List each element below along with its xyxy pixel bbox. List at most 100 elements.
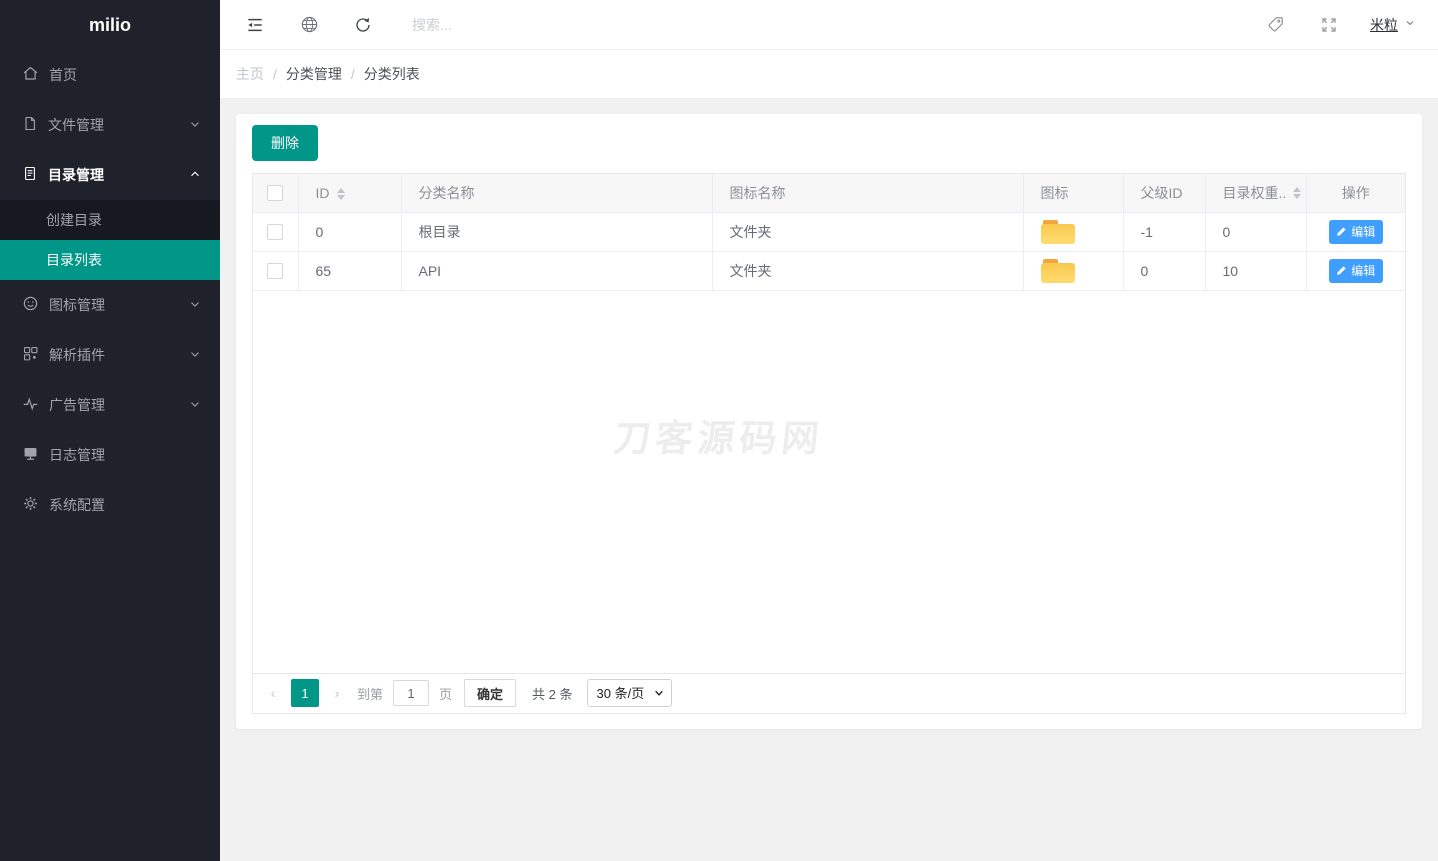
table-row: 65 API 文件夹 0 10 编辑 <box>253 251 1405 290</box>
page-unit-label: 页 <box>439 684 452 703</box>
breadcrumb-separator: / <box>351 66 355 82</box>
table-header-row: ID 分类名称 图标名称 图标 父级ID 目录权重.. 操作 <box>253 174 1405 212</box>
delete-button[interactable]: 删除 <box>252 125 318 161</box>
pagination: ‹ 1 › 到第 页 确定 共 2 条 30 条/页 <box>253 673 1405 713</box>
column-header-action: 操作 <box>1306 174 1405 212</box>
chevron-down-icon <box>188 347 202 364</box>
chevron-up-icon <box>188 167 202 184</box>
directory-submenu: 创建目录 目录列表 <box>0 200 220 280</box>
column-header-parent-id: 父级ID <box>1123 174 1205 212</box>
sidebar-item-label: 日志管理 <box>49 445 202 465</box>
folder-icon <box>1041 220 1075 244</box>
home-icon <box>22 65 39 85</box>
column-header-name: 分类名称 <box>401 174 712 212</box>
search-input[interactable] <box>412 17 652 33</box>
prev-page-icon[interactable]: ‹ <box>265 685 281 701</box>
cell-icon <box>1023 251 1123 290</box>
breadcrumb: 主页 / 分类管理 / 分类列表 <box>220 50 1438 99</box>
table-row: 0 根目录 文件夹 -1 0 编辑 <box>253 212 1405 251</box>
column-header-icon-name: 图标名称 <box>712 174 1023 212</box>
cell-id: 0 <box>298 212 401 251</box>
page-size-select-wrap: 30 条/页 <box>587 679 672 707</box>
cell-name: API <box>401 251 712 290</box>
chevron-down-icon <box>188 117 202 134</box>
chevron-down-icon <box>1404 16 1416 34</box>
username: 米粒 <box>1370 15 1398 35</box>
goto-label: 到第 <box>357 684 383 703</box>
sidebar-subitem-directory-list[interactable]: 目录列表 <box>0 240 220 280</box>
sort-icon[interactable] <box>337 188 345 200</box>
tag-icon[interactable] <box>1264 14 1286 36</box>
sidebar-item-label: 解析插件 <box>49 345 188 365</box>
fullscreen-icon[interactable] <box>1318 14 1340 36</box>
sidebar-item-system-config[interactable]: 系统配置 <box>0 480 220 530</box>
gear-icon <box>22 495 39 515</box>
folder-icon <box>1041 259 1075 283</box>
sidebar-item-label: 目录管理 <box>48 165 188 185</box>
breadcrumb-home[interactable]: 主页 <box>236 64 264 84</box>
topbar: 米粒 <box>220 0 1438 50</box>
smiley-icon <box>22 295 39 315</box>
total-count-label: 共 2 条 <box>532 684 572 703</box>
table-empty-space <box>253 291 1405 673</box>
select-all-checkbox[interactable] <box>267 185 283 201</box>
sidebar-item-file-management[interactable]: 文件管理 <box>0 100 220 150</box>
confirm-button[interactable]: 确定 <box>464 679 516 707</box>
breadcrumb-category-management[interactable]: 分类管理 <box>286 64 342 84</box>
component-icon <box>22 345 39 365</box>
pulse-icon <box>22 395 39 415</box>
sidebar-item-label: 首页 <box>49 65 202 85</box>
sort-icon[interactable] <box>1293 187 1301 199</box>
next-page-icon[interactable]: › <box>329 685 345 701</box>
monitor-icon <box>22 445 39 465</box>
main-area: 米粒 主页 / 分类管理 / 分类列表 删除 <box>220 0 1438 744</box>
sidebar-item-home[interactable]: 首页 <box>0 50 220 100</box>
sidebar: milio 首页 文件管理 目录管理 创建目录 目录列表 图标管理 解析插件 广… <box>0 0 220 861</box>
sidebar-subitem-create-directory[interactable]: 创建目录 <box>0 200 220 240</box>
cell-id: 65 <box>298 251 401 290</box>
row-checkbox[interactable] <box>267 263 283 279</box>
column-header-id[interactable]: ID <box>298 174 401 212</box>
cell-icon-name: 文件夹 <box>712 251 1023 290</box>
category-list-card: 删除 ID 分类名称 图标名称 <box>236 114 1422 729</box>
sidebar-item-label: 广告管理 <box>49 395 188 415</box>
sidebar-item-ad-management[interactable]: 广告管理 <box>0 380 220 430</box>
breadcrumb-separator: / <box>273 66 277 82</box>
refresh-icon[interactable] <box>352 14 374 36</box>
edit-button[interactable]: 编辑 <box>1329 220 1383 244</box>
content-area: 删除 ID 分类名称 图标名称 <box>220 99 1438 744</box>
pencil-icon <box>1336 226 1347 237</box>
sidebar-item-label: 系统配置 <box>49 495 202 515</box>
cell-weight: 10 <box>1205 251 1306 290</box>
cell-parent-id: 0 <box>1123 251 1205 290</box>
sidebar-item-label: 图标管理 <box>49 295 188 315</box>
page-number-button[interactable]: 1 <box>291 679 319 707</box>
brand-logo: milio <box>0 0 220 50</box>
breadcrumb-category-list: 分类列表 <box>364 64 420 84</box>
column-header-weight[interactable]: 目录权重.. <box>1205 174 1306 212</box>
user-menu[interactable]: 米粒 <box>1370 15 1416 35</box>
document-icon <box>22 165 38 185</box>
edit-button[interactable]: 编辑 <box>1329 259 1383 283</box>
cell-icon <box>1023 212 1123 251</box>
row-checkbox[interactable] <box>267 224 283 240</box>
cell-name: 根目录 <box>401 212 712 251</box>
column-header-icon: 图标 <box>1023 174 1123 212</box>
cell-icon-name: 文件夹 <box>712 212 1023 251</box>
sidebar-item-directory-management[interactable]: 目录管理 <box>0 150 220 200</box>
sidebar-item-label: 文件管理 <box>48 115 188 135</box>
page-size-select[interactable]: 30 条/页 <box>587 679 672 707</box>
file-icon <box>22 115 38 135</box>
chevron-down-icon <box>188 297 202 314</box>
globe-icon[interactable] <box>298 14 320 36</box>
cell-weight: 0 <box>1205 212 1306 251</box>
sidebar-item-icon-management[interactable]: 图标管理 <box>0 280 220 330</box>
chevron-down-icon <box>188 397 202 414</box>
page-input[interactable] <box>393 680 429 706</box>
cell-parent-id: -1 <box>1123 212 1205 251</box>
sidebar-item-parse-plugin[interactable]: 解析插件 <box>0 330 220 380</box>
pencil-icon <box>1336 265 1347 276</box>
sidebar-item-log-management[interactable]: 日志管理 <box>0 430 220 480</box>
topbar-right: 米粒 <box>1232 14 1416 36</box>
collapse-sidebar-icon[interactable] <box>244 14 266 36</box>
